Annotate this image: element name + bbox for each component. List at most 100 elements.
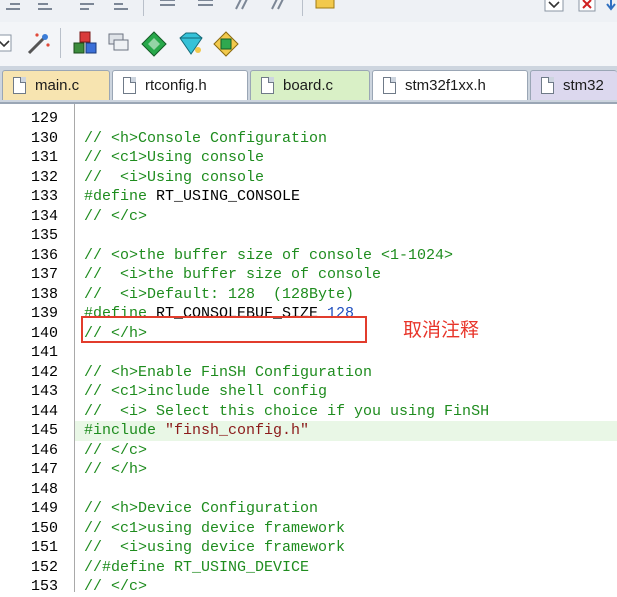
- line-number: 151: [30, 539, 58, 556]
- code-line[interactable]: // <i>using device framework: [84, 538, 345, 558]
- code-line[interactable]: // </h>: [84, 460, 147, 480]
- code-token: RT_USING_CONSOLE: [147, 188, 301, 205]
- code-token: // <c1>using device framework: [84, 519, 346, 537]
- tab-label: stm32: [563, 77, 604, 94]
- tab-label: board.c: [283, 77, 334, 94]
- code-token: // <i>using device framework: [84, 539, 346, 556]
- code-line[interactable]: // <c1>using device framework: [84, 519, 345, 539]
- code-token: // <h>Device Configuration: [84, 500, 319, 517]
- line-number: 148: [30, 480, 58, 498]
- line-number: 142: [30, 363, 58, 381]
- code-line[interactable]: // <h>Enable FinSH Configuration: [84, 363, 372, 383]
- green-diamond-icon[interactable]: [140, 30, 168, 58]
- line-number: 147: [30, 461, 58, 478]
- code-token: // <h>Console Configuration: [84, 129, 328, 147]
- code-line[interactable]: // <i> Select this choice if you using F…: [84, 402, 489, 422]
- file-icon: [123, 77, 136, 94]
- code-line[interactable]: // <h>Console Configuration: [84, 129, 327, 149]
- code-token: #define: [84, 188, 148, 205]
- code-line[interactable]: //#define RT_USING_DEVICE: [84, 558, 309, 578]
- code-token: // <h>Enable FinSH Configuration: [84, 363, 373, 381]
- code-token: // </c>: [84, 578, 148, 595]
- line-number: 134: [30, 207, 58, 225]
- code-token: // <i>Default: 128 (128Byte): [84, 285, 355, 303]
- comment-icon[interactable]: [158, 0, 178, 12]
- line-number: 133: [30, 188, 58, 205]
- indent-icon[interactable]: [4, 0, 24, 12]
- stack-icon[interactable]: [106, 30, 134, 58]
- line-number: 153: [30, 578, 58, 595]
- code-token: // <i> Select this choice if you using F…: [84, 402, 490, 420]
- unformat-icon[interactable]: [112, 0, 132, 12]
- line-number: 150: [30, 519, 58, 537]
- tab-label: rtconfig.h: [145, 77, 207, 94]
- line-number: 152: [30, 558, 58, 576]
- line-number: 140: [30, 324, 58, 342]
- file-icon: [261, 77, 274, 94]
- magic-wand-icon[interactable]: [24, 30, 52, 58]
- highlight-box: [81, 316, 367, 343]
- line-number: 137: [30, 266, 58, 283]
- code-line[interactable]: // <h>Device Configuration: [84, 499, 318, 519]
- code-line[interactable]: // </c>: [84, 207, 147, 227]
- gutter-separator: [74, 104, 75, 592]
- code-line[interactable]: // </c>: [84, 441, 147, 461]
- italic-uncomment-icon[interactable]: [268, 0, 290, 12]
- line-number: 141: [30, 344, 58, 361]
- code-line[interactable]: #define RT_USING_CONSOLE: [84, 187, 300, 207]
- code-line[interactable]: // <i>the buffer size of console: [84, 265, 381, 285]
- code-line[interactable]: // <o>the buffer size of console <1-1024…: [84, 246, 453, 266]
- line-number: 143: [30, 383, 58, 400]
- tab-stm32f1xx-h[interactable]: stm32f1xx.h: [372, 70, 528, 100]
- tab-rtconfig-h[interactable]: rtconfig.h: [112, 70, 248, 100]
- outdent-icon[interactable]: [36, 0, 56, 12]
- code-line[interactable]: // <c1>Using console: [84, 148, 264, 168]
- code-line[interactable]: // </c>: [84, 577, 147, 597]
- line-number: 130: [30, 129, 58, 147]
- code-line[interactable]: // <i>Using console: [84, 168, 264, 188]
- italic-comment-icon[interactable]: [232, 0, 254, 12]
- line-number: 139: [30, 305, 58, 322]
- tab-main-c[interactable]: main.c: [2, 70, 110, 100]
- line-number: 131: [30, 149, 58, 166]
- file-icon: [541, 77, 554, 94]
- line-number: 132: [30, 168, 58, 186]
- code-token: // <c1>Using console: [84, 149, 265, 166]
- code-token: // <o>the buffer size of console <1-1024…: [84, 246, 454, 264]
- code-line[interactable]: // <i>Default: 128 (128Byte): [84, 285, 354, 305]
- code-editor[interactable]: 129 130 131 132 133 134 135 136 137 138 139 140 141 1…: [0, 104, 617, 595]
- pack-installer-icon[interactable]: [212, 30, 240, 58]
- line-number: 138: [30, 285, 58, 303]
- annotation-text: 取消注释: [403, 319, 480, 341]
- tab-label: stm32f1xx.h: [405, 77, 486, 94]
- code-token: //#define RT_USING_DEVICE: [84, 558, 310, 576]
- manage-components-icon[interactable]: [72, 30, 100, 58]
- line-number: 129: [30, 110, 58, 127]
- code-token: // </c>: [84, 207, 148, 225]
- code-token: // <i>Using console: [84, 168, 265, 186]
- code-line[interactable]: // <c1>include shell config: [84, 382, 327, 402]
- close-icon[interactable]: [578, 0, 598, 14]
- line-number-gutter: 129 130 131 132 133 134 135 136 137 138 139 140 141 1…: [0, 104, 72, 595]
- build-toolbar: [0, 22, 617, 67]
- code-token: // <c1>include shell config: [84, 383, 328, 400]
- check-dropdown-icon[interactable]: [0, 34, 14, 54]
- tab-stm32[interactable]: stm32: [530, 70, 617, 100]
- file-icon: [13, 77, 26, 94]
- line-number: 146: [30, 441, 58, 459]
- line-number: 144: [30, 402, 58, 420]
- tab-board-c[interactable]: board.c: [250, 70, 370, 100]
- dropdown-icon[interactable]: [544, 0, 566, 14]
- tab-label: main.c: [35, 77, 80, 94]
- code-token: #include: [84, 422, 157, 439]
- line-number: 145: [30, 422, 58, 439]
- code-token: // </c>: [84, 441, 148, 459]
- arrow-down-icon[interactable]: [604, 0, 617, 14]
- uncomment-icon[interactable]: [196, 0, 216, 12]
- editor-tab-bar: main.c rtconfig.h board.c stm32f1xx.h st…: [0, 66, 617, 104]
- folder-icon[interactable]: [314, 0, 338, 10]
- code-line[interactable]: #include "finsh_config.h": [84, 421, 309, 441]
- gem-icon[interactable]: [176, 30, 204, 58]
- format-icon[interactable]: [78, 0, 98, 12]
- top-toolbar: [0, 0, 617, 23]
